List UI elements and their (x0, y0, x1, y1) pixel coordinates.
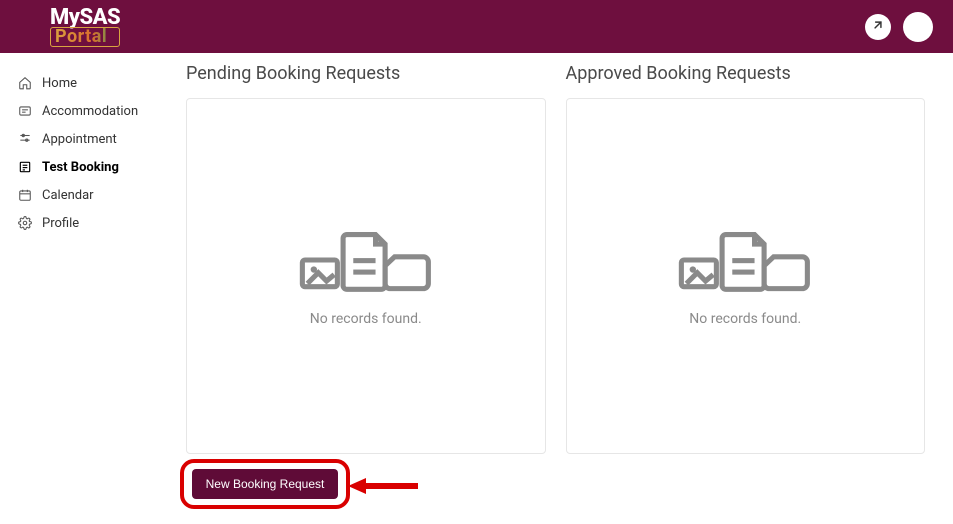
sidebar-item-accommodation[interactable]: Accommodation (0, 97, 170, 125)
approved-empty-text: No records found. (689, 311, 801, 327)
approved-panel: No records found. (566, 98, 926, 454)
sidebar-item-label: Calendar (42, 188, 94, 203)
sidebar-item-test-booking[interactable]: Test Booking (0, 153, 170, 181)
sidebar: Home Accommodation Appointment Test Book… (0, 53, 170, 524)
sidebar-item-label: Profile (42, 216, 79, 231)
header-right (865, 12, 933, 42)
user-avatar[interactable] (903, 12, 933, 42)
app-header: MySAS Portal (0, 0, 953, 53)
pending-empty-text: No records found. (310, 311, 422, 327)
empty-illustration-icon (675, 225, 815, 299)
main-content: Pending Booking Requests (170, 53, 953, 524)
sliders-icon (18, 132, 32, 146)
sidebar-item-home[interactable]: Home (0, 69, 170, 97)
sidebar-item-appointment[interactable]: Appointment (0, 125, 170, 153)
sidebar-item-calendar[interactable]: Calendar (0, 181, 170, 209)
sidebar-item-label: Home (42, 76, 77, 91)
approved-column: Approved Booking Requests (566, 63, 926, 524)
sidebar-item-label: Accommodation (42, 104, 138, 119)
sidebar-item-label: Appointment (42, 132, 117, 147)
sidebar-item-label: Test Booking (42, 160, 119, 175)
sidebar-item-profile[interactable]: Profile (0, 209, 170, 237)
new-booking-request-button[interactable]: New Booking Request (192, 469, 339, 499)
pending-panel: No records found. (186, 98, 546, 454)
gear-icon (18, 216, 32, 230)
calendar-icon (18, 188, 32, 202)
annotation-highlight: New Booking Request (180, 459, 350, 509)
app-logo: MySAS Portal (20, 7, 120, 47)
pending-column: Pending Booking Requests (186, 63, 546, 524)
annotation-arrow-icon (348, 476, 418, 500)
approved-title: Approved Booking Requests (566, 63, 926, 84)
home-icon (18, 76, 32, 90)
note-icon (18, 104, 32, 118)
list-icon (18, 160, 32, 174)
logo-text-bottom: Portal (50, 27, 120, 47)
empty-illustration-icon (296, 225, 436, 299)
expand-button[interactable] (865, 14, 891, 40)
expand-icon (871, 17, 885, 36)
pending-title: Pending Booking Requests (186, 63, 546, 84)
